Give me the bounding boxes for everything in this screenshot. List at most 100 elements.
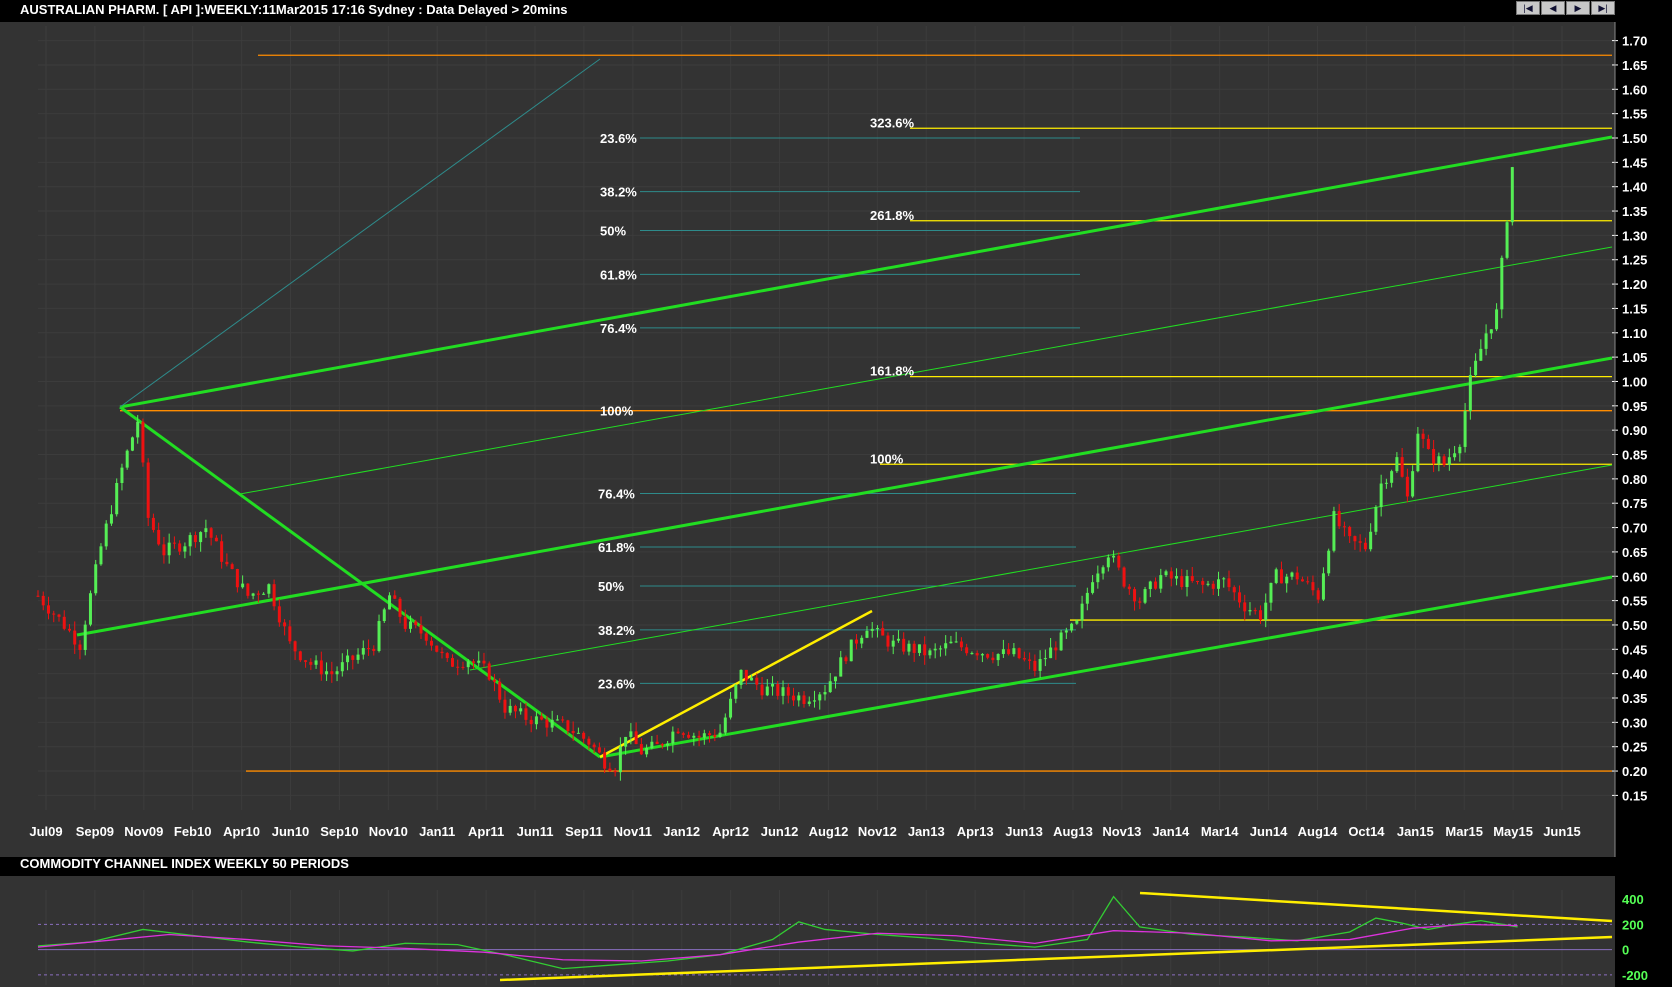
y-tick-label: 1.30	[1622, 228, 1647, 243]
candle-body	[445, 653, 449, 659]
candle-body	[1248, 610, 1252, 612]
candle-body	[461, 666, 465, 668]
candle-body	[944, 643, 948, 649]
prev-button[interactable]: ◀	[1541, 1, 1565, 15]
candle-body	[566, 720, 570, 731]
candle-body	[1474, 360, 1478, 376]
candle-body	[807, 701, 811, 704]
fib-label-lower: 50%	[598, 579, 624, 594]
candle-body	[1321, 573, 1325, 600]
y-tick-label: 0.65	[1622, 545, 1647, 560]
y-tick-label: 0.30	[1622, 715, 1647, 730]
candle-body	[199, 532, 203, 543]
candle-body	[881, 628, 885, 636]
candle-body	[1154, 581, 1158, 589]
x-tick-label: Sep11	[565, 824, 603, 839]
fib-label-upper: 100%	[600, 404, 634, 419]
candle-body	[62, 616, 66, 629]
candle-body	[1395, 457, 1399, 472]
x-tick-label: Sep10	[320, 824, 358, 839]
candle-body	[398, 598, 402, 617]
candle-body	[555, 719, 559, 721]
candle-body	[403, 616, 407, 629]
candle-body	[1353, 536, 1357, 542]
candle-body	[933, 648, 937, 651]
candle-body	[1033, 660, 1037, 671]
x-tick-label: Aug12	[809, 824, 849, 839]
y-tick-label: 0.95	[1622, 399, 1647, 414]
candle-body	[1479, 348, 1483, 361]
y-tick-label: 0.60	[1622, 569, 1647, 584]
candle-body	[1253, 610, 1257, 612]
candle-body	[991, 657, 995, 661]
candle-body	[440, 651, 444, 654]
candle-body	[540, 716, 544, 720]
candle-body	[781, 687, 785, 696]
candle-body	[750, 677, 754, 681]
candle-body	[645, 748, 649, 755]
candle-body	[130, 437, 134, 451]
candle-body	[1007, 649, 1011, 655]
candle-body	[204, 528, 208, 533]
x-tick-label: Nov12	[858, 824, 897, 839]
candle-body	[262, 593, 266, 595]
candle-body	[513, 705, 517, 712]
candle-body	[1290, 572, 1294, 577]
last-button[interactable]: ▶|	[1591, 1, 1615, 15]
candle-body	[304, 660, 308, 662]
candle-body	[1143, 589, 1147, 603]
candle-body	[1285, 576, 1289, 584]
candle-body	[1196, 580, 1200, 582]
candle-body	[965, 647, 969, 654]
candle-body	[1264, 602, 1268, 621]
candle-body	[424, 633, 428, 641]
candle-body	[1505, 222, 1509, 258]
candle-body	[125, 450, 129, 468]
candle-body	[351, 655, 355, 660]
candle-body	[1237, 592, 1241, 603]
candle-body	[603, 752, 607, 769]
candle-body	[755, 677, 759, 685]
x-tick-label: Jun14	[1250, 824, 1288, 839]
candle-body	[692, 735, 696, 738]
candle-body	[1211, 583, 1215, 589]
candle-body	[1164, 571, 1168, 576]
candle-body	[288, 626, 292, 642]
candle-body	[151, 517, 155, 530]
candle-body	[844, 657, 848, 662]
candle-body	[660, 744, 664, 746]
next-button[interactable]: ▶	[1566, 1, 1590, 15]
y-tick-label: 0.40	[1622, 667, 1647, 682]
candle-body	[1190, 576, 1194, 581]
candle-body	[46, 605, 50, 614]
candle-body	[865, 630, 869, 638]
first-button[interactable]: |◀	[1516, 1, 1540, 15]
candle-body	[52, 613, 56, 615]
candle-body	[220, 541, 224, 562]
y-tick-label: 0.70	[1622, 521, 1647, 536]
candle-body	[450, 658, 454, 667]
y-tick-label: 1.35	[1622, 204, 1647, 219]
candle-body	[923, 644, 927, 656]
candle-body	[1468, 375, 1472, 412]
x-tick-label: Nov09	[124, 824, 163, 839]
nav-controls: |◀ ◀ ▶ ▶|	[1516, 1, 1615, 15]
candle-body	[980, 654, 984, 656]
candle-body	[225, 561, 229, 565]
x-tick-label: Jan14	[1152, 824, 1190, 839]
candle-body	[78, 644, 82, 650]
y-tick-label: 0.90	[1622, 423, 1647, 438]
candle-body	[1169, 571, 1173, 579]
x-tick-label: Jun13	[1005, 824, 1043, 839]
candle-body	[702, 733, 706, 738]
candle-body	[561, 719, 565, 721]
fib-label-upper: 76.4%	[600, 321, 637, 336]
x-tick-label: Jan11	[419, 824, 455, 839]
candle-body	[162, 544, 166, 556]
candle-body	[1358, 541, 1362, 543]
candle-body	[1295, 572, 1299, 580]
candle-body	[1327, 550, 1331, 574]
candle-body	[671, 731, 675, 744]
fib-extension-label: 161.8%	[870, 364, 915, 379]
candle-body	[272, 584, 276, 607]
